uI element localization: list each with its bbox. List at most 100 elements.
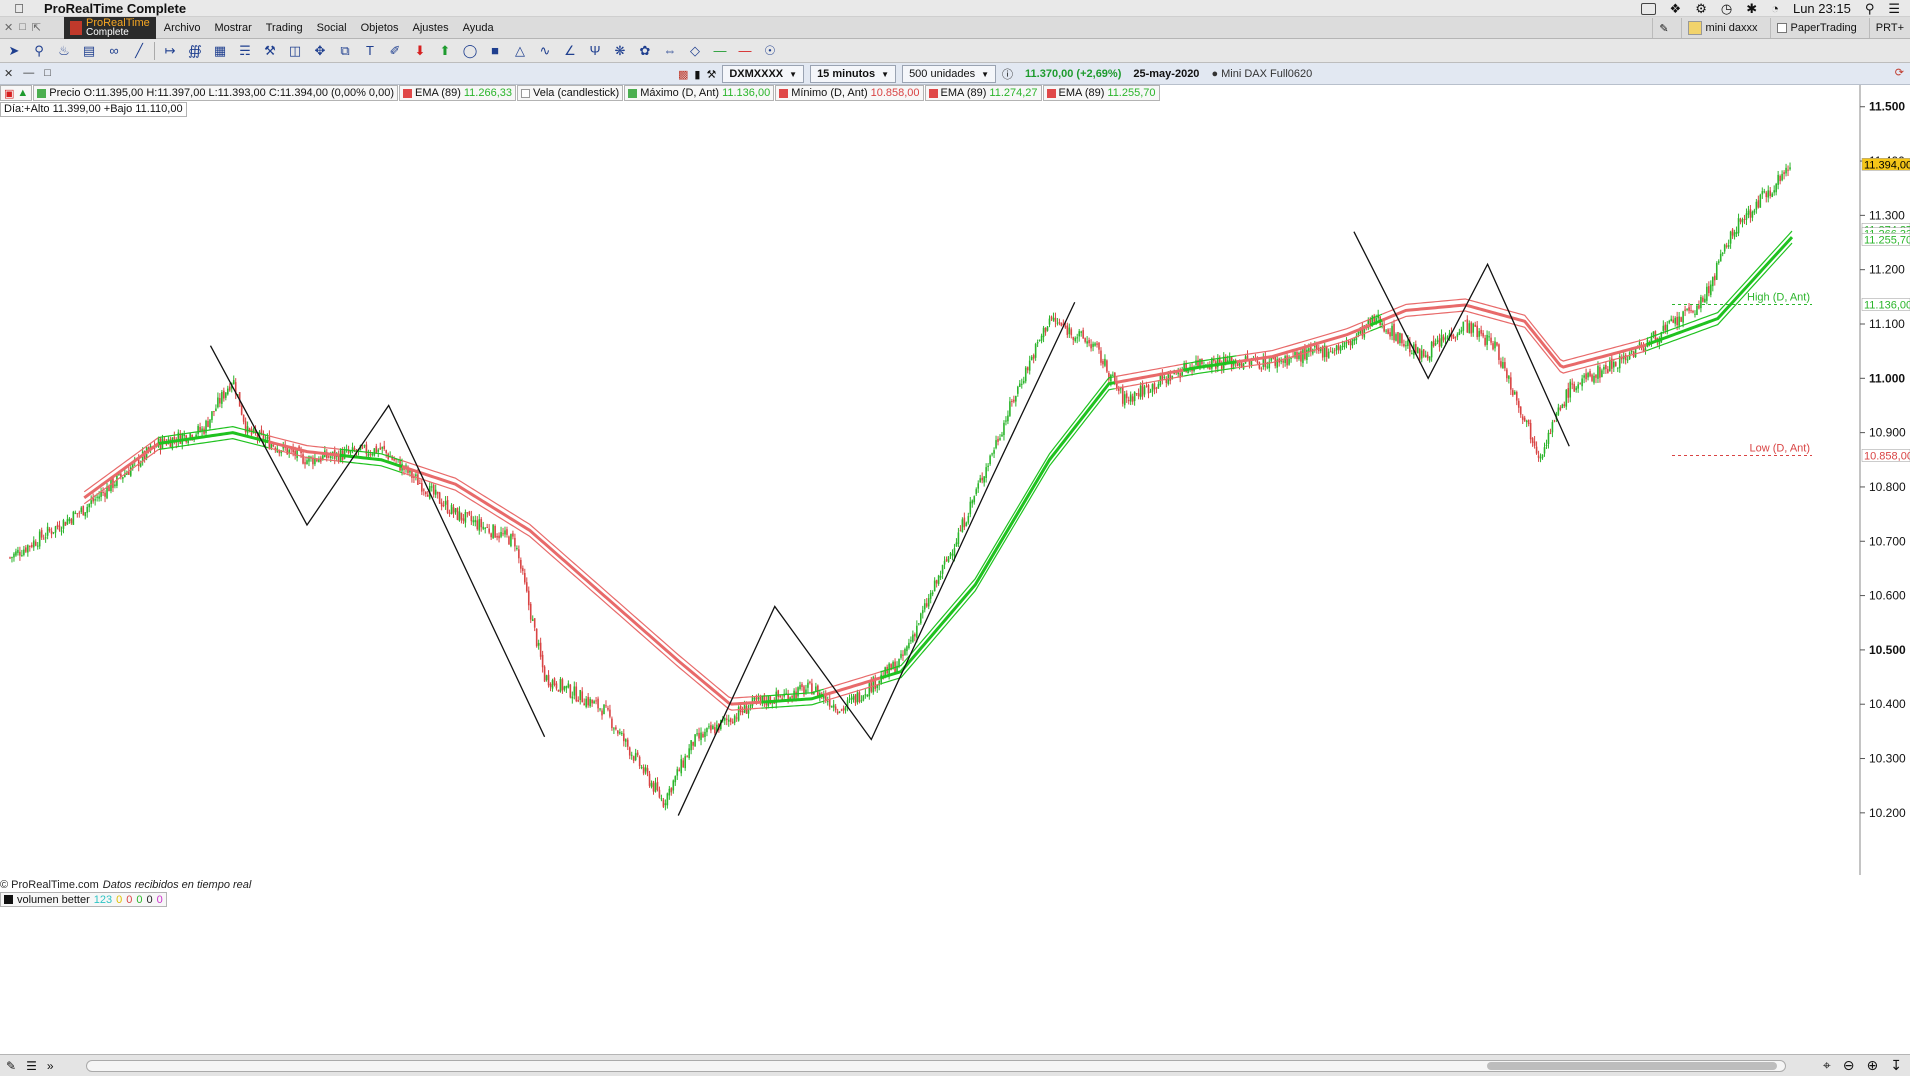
- menu-mostrar[interactable]: Mostrar: [214, 22, 251, 34]
- eye-icon[interactable]: ☉: [760, 41, 780, 61]
- angle-icon[interactable]: ∠: [560, 41, 580, 61]
- candle-body: [931, 592, 934, 595]
- menu-objetos[interactable]: Objetos: [361, 22, 399, 34]
- chart-close-icon[interactable]: ✕: [4, 67, 13, 80]
- pencil-icon[interactable]: ✎: [6, 1059, 16, 1073]
- sell-arrow-icon[interactable]: ⬇: [410, 41, 430, 61]
- zoom-out-icon[interactable]: ⊖: [1843, 1057, 1855, 1074]
- dropbox-icon[interactable]: ❖: [1670, 1, 1682, 17]
- chart-minimize-icon[interactable]: —: [23, 67, 34, 80]
- add-indicator-icon[interactable]: ▩: [678, 68, 688, 81]
- zoom-in-icon[interactable]: ⊕: [1867, 1057, 1879, 1074]
- legend-item[interactable]: Vela (candlestick): [517, 85, 624, 101]
- info-icon[interactable]: ⓘ: [1002, 66, 1013, 82]
- rectangle-icon[interactable]: ■: [485, 41, 505, 61]
- expand-down-icon[interactable]: ↧: [1890, 1057, 1902, 1074]
- red-line-icon[interactable]: —: [735, 41, 755, 61]
- legend-item[interactable]: EMA (89) 11.274,27: [924, 85, 1042, 101]
- close-icon[interactable]: ✕: [4, 21, 13, 34]
- time-scrollbar[interactable]: [86, 1060, 1786, 1072]
- bar-settings-icon[interactable]: ▮: [694, 68, 700, 81]
- gann-icon[interactable]: ❋: [610, 41, 630, 61]
- refresh-icon[interactable]: ⟳: [1895, 66, 1904, 79]
- pitchfork-icon[interactable]: Ψ: [585, 41, 605, 61]
- candle-body: [1460, 330, 1463, 332]
- ray-icon[interactable]: ↦: [160, 41, 180, 61]
- app-name[interactable]: ProRealTime Complete: [44, 1, 186, 16]
- chart-maximize-icon[interactable]: □: [44, 67, 51, 80]
- candle-body: [1757, 200, 1760, 208]
- candle-body: [850, 697, 853, 700]
- symbol-selector[interactable]: DXMXXXX ▼: [722, 65, 805, 83]
- add-icon[interactable]: ▲: [17, 87, 28, 99]
- minimize-icon[interactable]: □: [19, 21, 26, 34]
- candle-body: [640, 766, 643, 768]
- double-chevron-icon[interactable]: »: [47, 1059, 54, 1073]
- bluetooth-icon[interactable]: ✱: [1746, 1, 1757, 17]
- menu-ayuda[interactable]: Ayuda: [463, 22, 494, 34]
- legend-item[interactable]: EMA (89) 11.266,33: [399, 85, 516, 101]
- candle-body: [1464, 320, 1467, 322]
- trendline-icon[interactable]: ╱: [129, 41, 149, 61]
- workspace-selector[interactable]: mini daxxx: [1680, 18, 1764, 38]
- fan-icon[interactable]: ☴: [235, 41, 255, 61]
- move-icon[interactable]: ✥: [310, 41, 330, 61]
- candle-body: [129, 467, 132, 476]
- candle-body: [664, 803, 667, 805]
- timeframe-selector[interactable]: 15 minutos ▼: [810, 65, 897, 83]
- menu-archivo[interactable]: Archivo: [164, 22, 201, 34]
- hammer-icon[interactable]: ⚒: [260, 41, 280, 61]
- candle-body: [425, 491, 427, 495]
- volume-legend[interactable]: volumen better 123 0 0 0 0 0: [0, 892, 167, 907]
- zoom-icon[interactable]: ⚲: [29, 41, 49, 61]
- cursor-icon[interactable]: ➤: [4, 41, 24, 61]
- apple-menu-icon[interactable]: : [8, 1, 30, 16]
- list-icon[interactable]: ☰: [26, 1059, 37, 1073]
- workspace-name: mini daxxx: [1705, 22, 1758, 34]
- lasso-icon[interactable]: ◯: [460, 41, 480, 61]
- settings-icon[interactable]: ⚙: [1695, 1, 1707, 17]
- chart-status-icon[interactable]: [1640, 2, 1656, 15]
- trash-icon[interactable]: ◫: [285, 41, 305, 61]
- candle-body: [1298, 352, 1300, 359]
- buy-arrow-icon[interactable]: ⬆: [435, 41, 455, 61]
- legend-item[interactable]: Mínimo (D, Ant) 10.858,00: [775, 85, 924, 101]
- triangle-icon[interactable]: △: [510, 41, 530, 61]
- candle-body: [1698, 305, 1700, 309]
- menu-trading[interactable]: Trading: [266, 22, 303, 34]
- cycle-icon[interactable]: ✿: [635, 41, 655, 61]
- candle-body: [1569, 381, 1572, 398]
- menubar-clock[interactable]: Lun 23:15: [1793, 1, 1851, 16]
- copy-icon[interactable]: ⧉: [335, 41, 355, 61]
- alert-bell-icon[interactable]: ♨: [54, 41, 74, 61]
- brush-icon[interactable]: ✐: [385, 41, 405, 61]
- clock-history-icon[interactable]: ◷: [1721, 1, 1732, 17]
- zoom-fit-icon[interactable]: ⌖: [1823, 1057, 1831, 1074]
- paper-trading-toggle[interactable]: PaperTrading: [1769, 18, 1863, 38]
- prt-plus-button[interactable]: PRT+: [1868, 18, 1910, 38]
- ruler-icon[interactable]: ▤: [79, 41, 99, 61]
- green-line-icon[interactable]: —: [710, 41, 730, 61]
- remove-icon[interactable]: ▣: [4, 87, 14, 100]
- diamond-icon[interactable]: ◇: [685, 41, 705, 61]
- scrollbar-thumb[interactable]: [1487, 1062, 1777, 1070]
- legend-item[interactable]: Máximo (D, Ant) 11.136,00: [624, 85, 775, 101]
- legend-item[interactable]: EMA (89) 11.255,70: [1042, 85, 1160, 101]
- wrench-icon[interactable]: ⚒: [706, 68, 716, 81]
- wave-icon[interactable]: ∿: [535, 41, 555, 61]
- link-icon[interactable]: ∞: [104, 41, 124, 61]
- menu-ajustes[interactable]: Ajustes: [413, 22, 449, 34]
- menu-list-icon[interactable]: ☰: [1888, 1, 1900, 17]
- fibonacci-icon[interactable]: ▦: [210, 41, 230, 61]
- legend-item[interactable]: Precio O:11.395,00 H:11.397,00 L:11.393,…: [33, 85, 399, 101]
- menu-social[interactable]: Social: [317, 22, 347, 34]
- text-tool-icon[interactable]: T: [360, 41, 380, 61]
- expand-icon[interactable]: ⇱: [32, 21, 41, 34]
- pencil-tool-icon[interactable]: ✎: [1652, 18, 1674, 38]
- parallel-lines-icon[interactable]: ∰: [185, 41, 205, 61]
- wifi-icon[interactable]: ◔: [1771, 1, 1779, 16]
- search-icon[interactable]: ⚲: [1865, 1, 1875, 17]
- price-chart[interactable]: High (D, Ant)Low (D, Ant) 11.50011.40011…: [0, 85, 1910, 885]
- units-selector[interactable]: 500 unidades ▼: [902, 65, 997, 83]
- measure-icon[interactable]: ⇔: [660, 41, 680, 61]
